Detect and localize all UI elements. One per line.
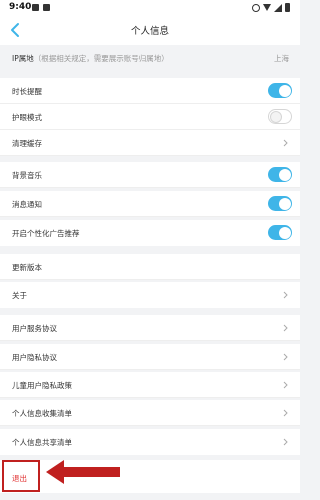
do-not-disturb-icon	[252, 3, 260, 12]
personalized-ads-row: 开启个性化广告推荐	[0, 220, 300, 246]
chevron-right-icon	[283, 291, 288, 299]
chevron-right-icon	[283, 381, 288, 389]
personalized-ads-label: 开启个性化广告推荐	[12, 229, 80, 238]
info-sharing-row[interactable]: 个人信息共享清单	[0, 429, 300, 455]
clear-cache-label: 清理缓存	[12, 139, 42, 148]
duration-reminder-row: 时长提醒	[0, 78, 300, 104]
eye-protection-row: 护眼模式	[0, 104, 300, 130]
chevron-right-icon	[283, 324, 288, 332]
background-music-row: 背景音乐	[0, 162, 300, 188]
duration-reminder-toggle[interactable]	[268, 83, 292, 98]
gallery-icon	[32, 4, 39, 11]
duration-reminder-label: 时长提醒	[12, 87, 42, 96]
personalized-ads-toggle[interactable]	[268, 225, 292, 240]
signal-icon	[274, 3, 282, 12]
child-privacy-row[interactable]: 儿童用户隐私政策	[0, 372, 300, 398]
ip-location-note: （根据相关规定，需要展示账号归属地）	[33, 54, 169, 63]
clear-cache-row[interactable]: 清理缓存	[0, 130, 300, 156]
info-collection-label: 个人信息收集清单	[12, 409, 72, 418]
status-icons	[252, 3, 290, 12]
status-bar: 9:40	[0, 0, 300, 16]
service-agreement-row[interactable]: 用户服务协议	[0, 315, 300, 341]
info-collection-row[interactable]: 个人信息收集清单	[0, 400, 300, 426]
message-notification-label: 消息通知	[12, 200, 42, 209]
privacy-agreement-label: 用户隐私协议	[12, 353, 57, 362]
update-version-row[interactable]: 更新版本	[0, 254, 300, 280]
background-music-toggle[interactable]	[268, 167, 292, 182]
pointer-arrow-icon	[46, 460, 120, 484]
wifi-icon	[263, 4, 271, 11]
eye-protection-label: 护眼模式	[12, 113, 42, 122]
ip-location-label: IP属地（根据相关规定，需要展示账号归属地）	[12, 54, 169, 63]
message-notification-row: 消息通知	[0, 191, 300, 217]
info-sharing-label: 个人信息共享清单	[12, 438, 72, 447]
update-version-label: 更新版本	[12, 263, 42, 272]
eye-protection-toggle[interactable]	[268, 109, 292, 124]
page-title: 个人信息	[130, 26, 169, 37]
chevron-right-icon	[283, 139, 288, 147]
about-label: 关于	[12, 291, 27, 300]
privacy-agreement-row[interactable]: 用户隐私协议	[0, 344, 300, 370]
chevron-right-icon	[283, 409, 288, 417]
notification-icon	[43, 4, 50, 11]
ip-location-value: 上海	[274, 54, 289, 63]
chevron-right-icon	[283, 353, 288, 361]
nav-bar: 个人信息	[0, 16, 300, 45]
background-music-label: 背景音乐	[12, 171, 42, 180]
service-agreement-label: 用户服务协议	[12, 324, 57, 333]
battery-icon	[285, 3, 290, 12]
child-privacy-label: 儿童用户隐私政策	[12, 381, 72, 390]
logout-highlight-box	[2, 460, 40, 492]
chevron-right-icon	[283, 438, 288, 446]
message-notification-toggle[interactable]	[268, 196, 292, 211]
ip-location-row: IP属地（根据相关规定，需要展示账号归属地） 上海	[0, 45, 300, 73]
status-time: 9:40	[9, 2, 32, 12]
about-row[interactable]: 关于	[0, 282, 300, 308]
